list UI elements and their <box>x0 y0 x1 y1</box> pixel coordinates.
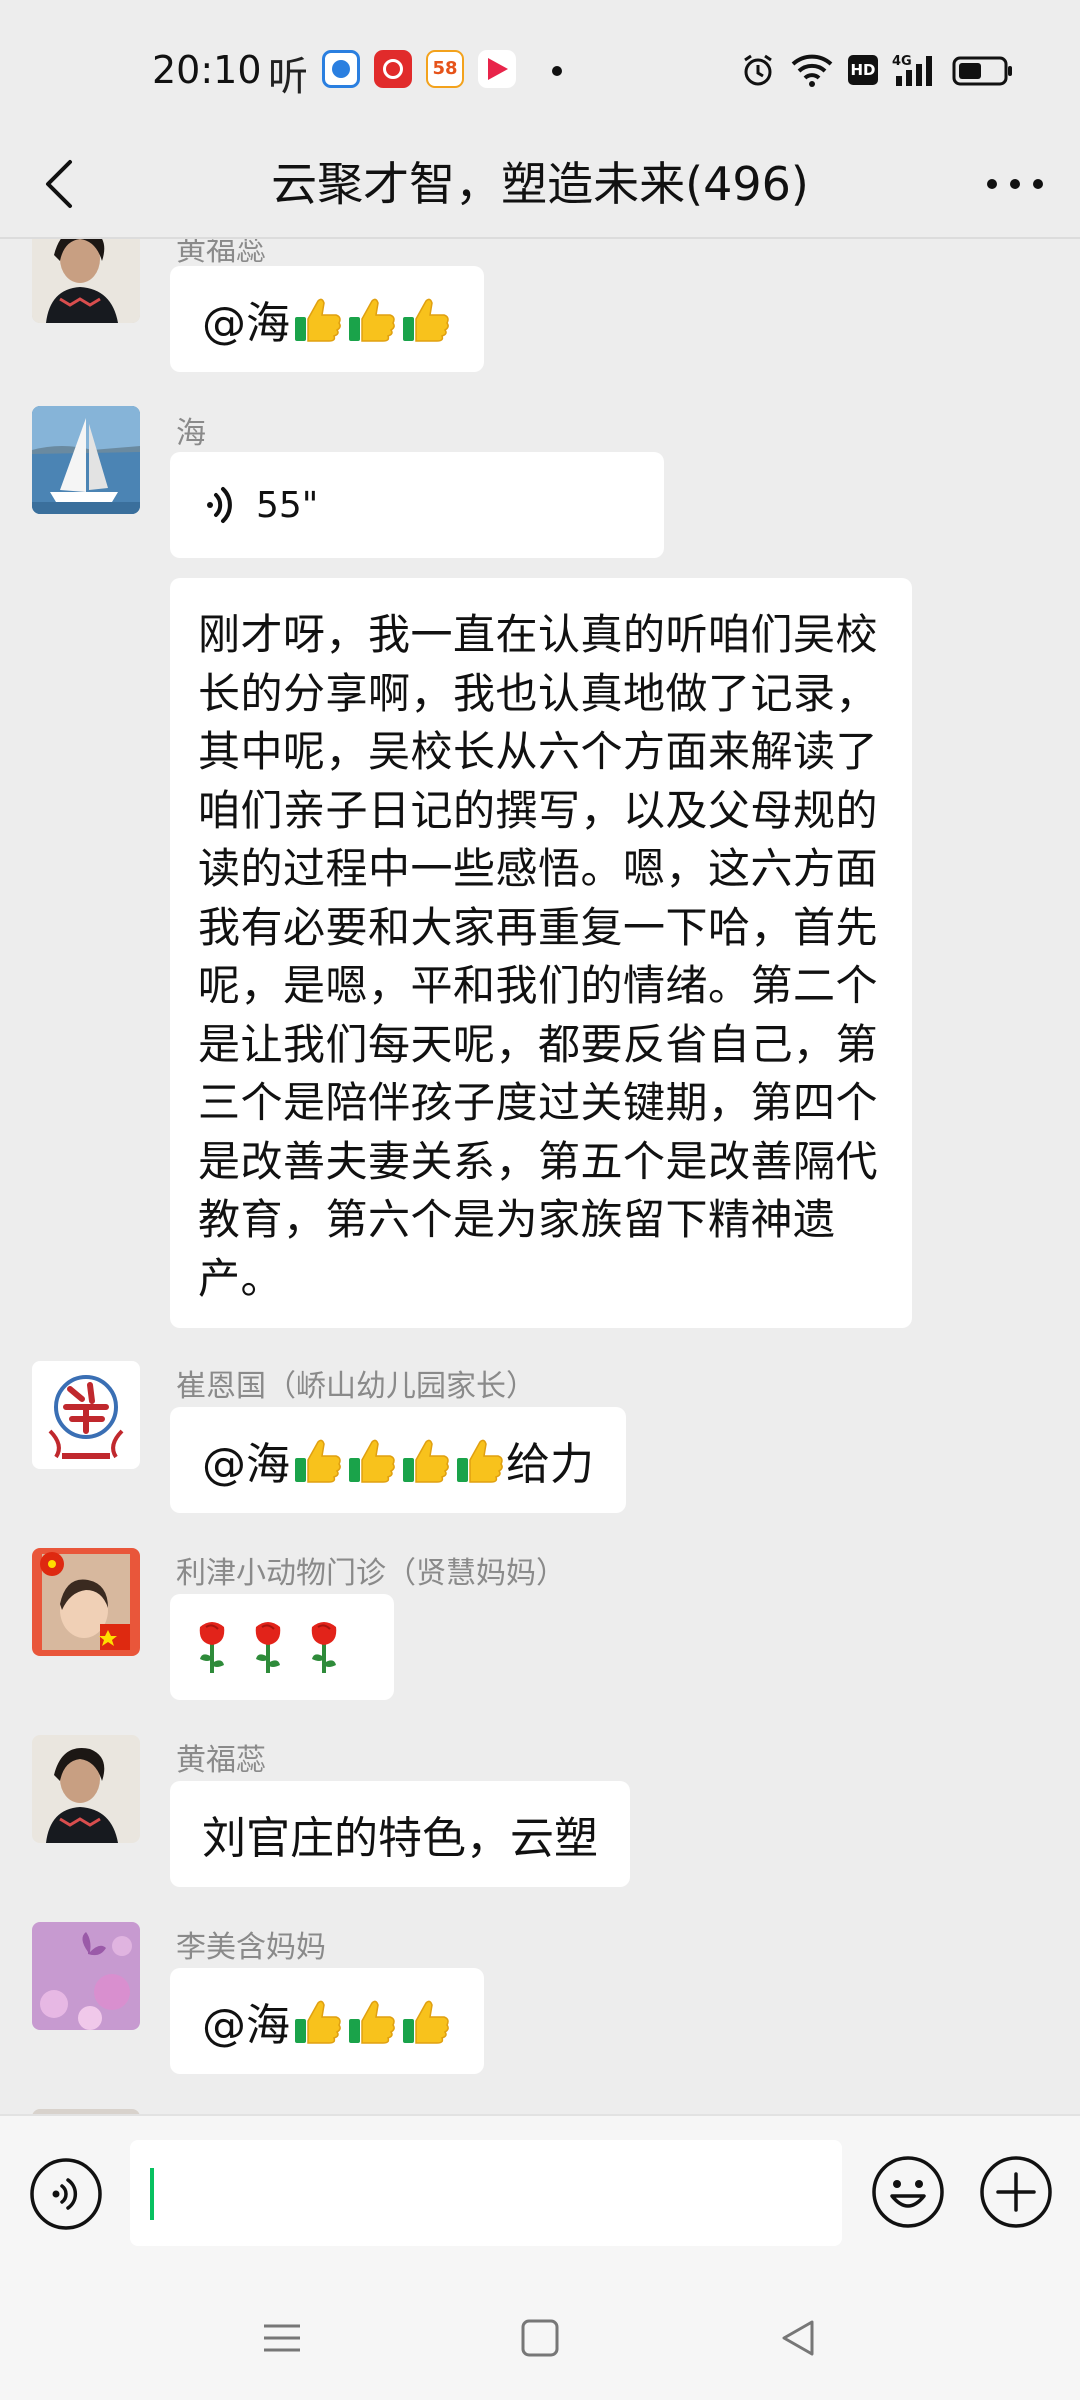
notification-app-icon <box>374 50 412 88</box>
input-bar <box>0 2114 1080 2274</box>
avatar[interactable] <box>32 1361 140 1469</box>
more-notifications-dot <box>552 66 562 76</box>
thumbs-up-icon <box>292 1434 344 1486</box>
message-text: 刚才呀，我一直在认真的听咱们吴校长的分享啊，我也认真地做了记录，其中呢，吴校长从… <box>198 610 879 1303</box>
avatar[interactable] <box>32 239 140 323</box>
more-options-icon[interactable] <box>980 152 1050 216</box>
chat-header: 云聚才智，塑造未来(496) <box>0 130 1080 238</box>
message-bubble[interactable]: @海 给力 <box>170 1407 626 1513</box>
svg-text:4G: 4G <box>892 54 912 69</box>
alarm-icon <box>744 54 772 86</box>
sender-name: 黄福蕊 <box>176 1743 266 1778</box>
avatar[interactable] <box>32 1735 140 1843</box>
message-suffix-text: 给力 <box>506 1439 594 1490</box>
notification-app-icon <box>322 50 360 88</box>
battery-icon <box>952 56 1012 86</box>
emoji-icon[interactable] <box>870 2154 946 2230</box>
message-bubble[interactable]: @海 <box>170 1968 484 2074</box>
message-list[interactable]: 黄福蕊 @海 海 55" 刚才呀，我一直在认真的听咱们吴校长的分享啊，我也认真地… <box>0 239 1080 2114</box>
sender-name: 海 <box>176 416 206 451</box>
menu-icon[interactable] <box>256 2312 308 2364</box>
message-bubble[interactable] <box>170 1594 394 1700</box>
rose-emoji <box>311 1622 337 1673</box>
app-58-icon: 58 <box>426 50 464 88</box>
sender-name: 利津小动物门诊（贤慧妈妈） <box>176 1556 566 1591</box>
back-arrow-icon[interactable] <box>30 152 94 216</box>
message-bubble[interactable]: 刘官庄的特色，云塑 <box>170 1781 630 1887</box>
voice-input-toggle-icon[interactable] <box>28 2156 104 2232</box>
avatar[interactable] <box>32 1922 140 2030</box>
voice-duration: 55" <box>256 484 319 526</box>
thumbs-up-icon <box>400 1434 452 1486</box>
message-bubble[interactable]: 刚才呀，我一直在认真的听咱们吴校长的分享啊，我也认真地做了记录，其中呢，吴校长从… <box>170 578 912 1328</box>
sender-name: 黄福蕊 <box>176 239 266 268</box>
video-app-icon <box>478 50 516 88</box>
text-cursor <box>150 2168 154 2220</box>
thumbs-up-icon <box>346 1434 398 1486</box>
status-bar: 20:10 听 58 HD 4G <box>0 0 1080 130</box>
thumbs-up-icon <box>346 293 398 345</box>
thumbs-up-icon <box>346 1995 398 2047</box>
thumbs-up-icon <box>400 293 452 345</box>
wifi-icon <box>791 54 833 87</box>
rose-emoji <box>199 1622 225 1673</box>
avatar[interactable] <box>32 406 140 514</box>
thumbs-up-icon <box>400 1995 452 2047</box>
home-square-icon[interactable] <box>514 2312 566 2364</box>
voice-message-bubble[interactable]: 55" <box>170 452 664 558</box>
message-text: @海 <box>202 1439 290 1490</box>
hd-badge: HD <box>848 55 878 85</box>
voice-wave-icon <box>207 487 232 523</box>
sender-name: 李美含妈妈 <box>176 1930 326 1965</box>
rose-emoji <box>255 1622 281 1673</box>
signal-4g-icon: 4G <box>892 54 932 86</box>
system-nav-bar <box>0 2274 1080 2400</box>
message-input[interactable] <box>130 2140 842 2246</box>
back-triangle-icon[interactable] <box>772 2312 824 2364</box>
plus-icon[interactable] <box>978 2154 1054 2230</box>
message-text: @海 <box>202 298 290 349</box>
message-text: @海 <box>202 2000 290 2051</box>
ting-app-icon: 听 <box>268 54 308 100</box>
sender-name: 崔恩国（峤山幼儿园家长） <box>176 1369 536 1404</box>
thumbs-up-icon <box>292 293 344 345</box>
message-text: 刘官庄的特色，云塑 <box>202 1813 598 1864</box>
message-bubble[interactable]: @海 <box>170 266 484 372</box>
avatar[interactable] <box>32 1548 140 1656</box>
chat-title: 云聚才智，塑造未来(496) <box>271 157 809 211</box>
status-time: 20:10 <box>152 48 262 92</box>
thumbs-up-icon <box>292 1995 344 2047</box>
thumbs-up-icon <box>454 1434 506 1486</box>
